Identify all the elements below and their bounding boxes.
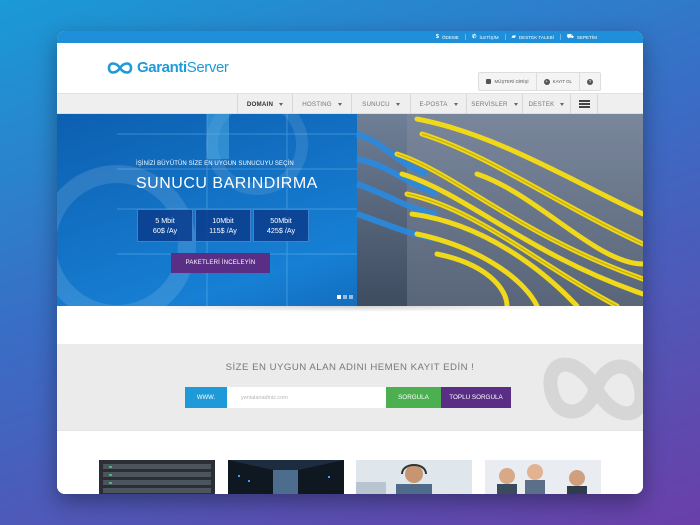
ticket-icon: ▰: [511, 34, 516, 40]
plan-card[interactable]: 50Mbit 425$ /Ay: [253, 209, 309, 242]
call-center-agent-photo[interactable]: [356, 460, 472, 494]
domain-search-input[interactable]: [227, 387, 386, 408]
slider-dots: [337, 295, 353, 299]
nav-item-domain[interactable]: DOMAIN: [237, 94, 292, 114]
bulk-search-button[interactable]: TOPLU SORGULA: [441, 387, 511, 408]
top-utility-bar: $ ÖDEME ✆ İLETİŞİM ▰ DESTEK TALEBİ ⛟ SEP…: [57, 31, 643, 43]
plan-speed: 5 Mbit: [155, 215, 175, 225]
view-packages-button[interactable]: PAKETLERİ İNCELEYİN: [171, 253, 270, 273]
plan-card[interactable]: 10Mbit 115$ /Ay: [195, 209, 251, 242]
top-link-cart[interactable]: ⛟ SEPETİM: [559, 33, 603, 40]
top-link-payment[interactable]: $ ÖDEME: [430, 34, 465, 40]
watermark-logo-icon: [543, 357, 643, 421]
help-icon: ?: [587, 78, 593, 85]
server-rack-photo[interactable]: [99, 460, 215, 494]
hamburger-menu-icon: [578, 100, 590, 108]
dollar-icon: $: [435, 34, 439, 40]
infinity-logo-icon: [107, 61, 133, 74]
nav-item-support[interactable]: DESTEK: [522, 94, 570, 114]
customer-login-label: MÜŞTERİ GİRİŞİ: [494, 79, 529, 84]
hamburger-menu-button[interactable]: [570, 94, 598, 114]
nav-item-hosting[interactable]: HOSTING: [292, 94, 351, 114]
nav-item-label: SERVİSLER: [471, 100, 508, 108]
nav-item-services[interactable]: SERVİSLER: [466, 94, 522, 114]
brand-name-bold: Garanti: [137, 59, 187, 76]
top-link-label: İLETİŞİM: [479, 34, 499, 40]
phone-icon: ✆: [471, 34, 477, 40]
slider-dot[interactable]: [343, 295, 347, 299]
plan-price: 425$ /Ay: [266, 225, 296, 235]
business-team-photo[interactable]: [485, 460, 601, 494]
chevron-down-icon: [513, 102, 518, 106]
nav-item-label: HOSTING: [302, 100, 332, 108]
domain-heading: SİZE EN UYGUN ALAN ADINI HEMEN KAYIT EDİ…: [225, 362, 475, 373]
top-link-contact[interactable]: ✆ İLETİŞİM: [464, 34, 505, 40]
hero-slider: İŞİNİZİ BÜYÜTÜN SİZE EN UYGUN SUNUCUYU S…: [57, 114, 643, 306]
brand-name: GarantiServer: [137, 59, 229, 76]
datacenter-aisle-photo[interactable]: [228, 460, 344, 494]
browser-page: $ ÖDEME ✆ İLETİŞİM ▰ DESTEK TALEBİ ⛟ SEP…: [57, 31, 643, 494]
chevron-down-icon: [560, 102, 565, 106]
nav-item-label: DOMAIN: [246, 100, 274, 108]
main-navigation: DOMAIN HOSTING SUNUCU E-POSTA SERVİSLER …: [57, 93, 643, 114]
plan-speed: 50Mbit: [270, 215, 292, 225]
hero-title: SUNUCU BARINDIRMA: [136, 175, 318, 192]
lock-icon: [486, 79, 492, 84]
customer-login-button[interactable]: MÜŞTERİ GİRİŞİ: [479, 73, 535, 90]
section-spacer: [57, 306, 643, 344]
domain-search-section: SİZE EN UYGUN ALAN ADINI HEMEN KAYIT EDİ…: [57, 344, 643, 430]
slider-dot[interactable]: [349, 295, 353, 299]
top-link-label: SEPETİM: [576, 34, 597, 40]
plan-speed: 10Mbit: [212, 215, 234, 225]
plus-icon: +: [543, 78, 550, 85]
domain-search-button[interactable]: SORGULA: [386, 387, 441, 408]
hero-subtitle: İŞİNİZİ BÜYÜTÜN SİZE EN UYGUN SUNUCUYU S…: [136, 161, 294, 167]
plan-price: 60$ /Ay: [152, 225, 178, 235]
cart-icon: ⛟: [566, 33, 574, 40]
top-link-support-ticket[interactable]: ▰ DESTEK TALEBİ: [504, 34, 560, 40]
www-prefix: WWW.: [185, 387, 227, 408]
chevron-down-icon: [337, 102, 342, 106]
plan-price: 115$ /Ay: [209, 225, 237, 235]
nav-item-label: E-POSTA: [419, 100, 448, 108]
hero-plans: 5 Mbit 60$ /Ay 10Mbit 115$ /Ay 50Mbit 42…: [137, 209, 309, 242]
nav-item-label: DESTEK: [528, 100, 555, 108]
top-link-label: ÖDEME: [441, 34, 459, 40]
chevron-down-icon: [279, 102, 284, 106]
register-button[interactable]: + KAYIT OL: [535, 73, 579, 90]
account-buttons: MÜŞTERİ GİRİŞİ + KAYIT OL ?: [478, 72, 601, 91]
brand-name-rest: Server: [186, 59, 229, 76]
chevron-down-icon: [453, 102, 458, 106]
register-label: KAYIT OL: [552, 79, 572, 84]
slider-dot[interactable]: [337, 295, 341, 299]
site-logo[interactable]: GarantiServer: [106, 59, 229, 76]
domain-search-form: WWW. SORGULA TOPLU SORGULA: [185, 387, 511, 408]
plan-card[interactable]: 5 Mbit 60$ /Ay: [137, 209, 193, 242]
site-header: GarantiServer MÜŞTERİ GİRİŞİ + KAYIT OL …: [57, 43, 643, 93]
top-link-label: DESTEK TALEBİ: [518, 34, 554, 40]
nav-item-server[interactable]: SUNUCU: [351, 94, 410, 114]
help-button[interactable]: ?: [579, 73, 600, 90]
nav-item-label: SUNUCU: [362, 100, 390, 108]
chevron-down-icon: [395, 102, 400, 106]
feature-thumbnails: [57, 430, 643, 494]
nav-item-email[interactable]: E-POSTA: [410, 94, 466, 114]
